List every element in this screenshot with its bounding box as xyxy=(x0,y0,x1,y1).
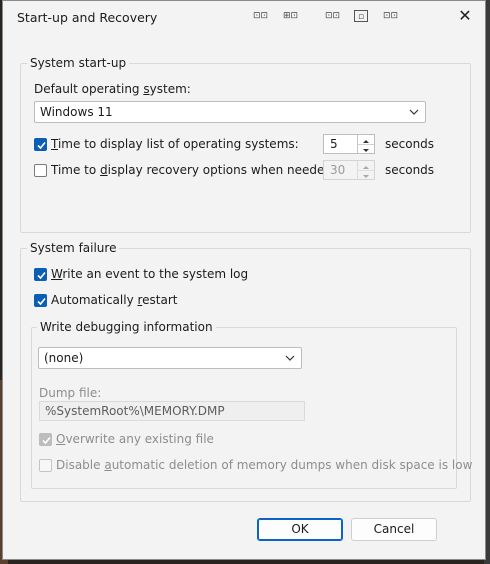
stepper-buttons xyxy=(357,135,374,153)
overwrite-checkbox xyxy=(39,433,52,446)
chevron-down-icon xyxy=(285,355,295,361)
auto-restart-label: Automatically restart xyxy=(51,293,178,307)
snap-layout-icon[interactable]: ⊡⊡ xyxy=(325,10,340,22)
debug-info-value: (none) xyxy=(44,351,84,365)
display-list-value: 5 xyxy=(330,137,338,151)
stepper-down-button xyxy=(358,170,374,179)
chevron-down-icon xyxy=(409,109,419,115)
auto-restart-checkbox[interactable] xyxy=(34,294,47,307)
system-failure-legend: System failure xyxy=(27,241,120,255)
dump-file-value: %SystemRoot%\MEMORY.DMP xyxy=(45,404,225,418)
startup-recovery-dialog: Start-up and Recovery ⊡⊡ ⊞⊡ ⊡⊡ ▫ ⊡⊡ ✕ Sy… xyxy=(2,0,486,560)
display-list-unit: seconds xyxy=(385,137,435,151)
ok-button[interactable]: OK xyxy=(257,518,343,541)
default-os-dropdown[interactable]: Windows 11 xyxy=(34,101,426,123)
recovery-stepper: 30 xyxy=(323,160,375,180)
disable-auto-delete-label: Disable automatic deletion of memory dum… xyxy=(56,458,473,472)
dump-file-label: Dump file: xyxy=(39,386,102,400)
overwrite-label: Overwrite any existing file xyxy=(56,432,214,446)
default-os-label: Default operating system: xyxy=(34,82,191,96)
close-icon[interactable]: ✕ xyxy=(455,6,475,26)
window-title: Start-up and Recovery xyxy=(17,10,158,25)
recovery-label: Time to display recovery options when ne… xyxy=(51,163,337,177)
dump-file-field: %SystemRoot%\MEMORY.DMP xyxy=(39,401,305,421)
snap-layout-icon[interactable]: ⊡⊡ xyxy=(383,10,398,22)
write-event-label: Write an event to the system log xyxy=(51,267,249,281)
snap-layout-icon[interactable]: ▫ xyxy=(354,10,368,22)
snap-layout-icon[interactable]: ⊡⊡ xyxy=(253,10,268,22)
recovery-value: 30 xyxy=(330,163,346,177)
disable-auto-delete-checkbox xyxy=(39,459,52,472)
display-list-checkbox[interactable] xyxy=(34,138,47,151)
debug-info-legend: Write debugging information xyxy=(37,320,216,334)
recovery-checkbox[interactable] xyxy=(34,164,47,177)
write-event-checkbox[interactable] xyxy=(34,268,47,281)
display-list-stepper[interactable]: 5 xyxy=(323,134,375,154)
display-list-label: Time to display list of operating system… xyxy=(51,137,299,151)
recovery-unit: seconds xyxy=(385,163,435,177)
stepper-down-button[interactable] xyxy=(358,144,374,153)
debug-info-dropdown[interactable]: (none) xyxy=(38,347,302,369)
stepper-buttons xyxy=(357,161,374,179)
system-startup-legend: System start-up xyxy=(27,56,130,70)
default-os-value: Windows 11 xyxy=(40,105,113,119)
title-bar: Start-up and Recovery ⊡⊡ ⊞⊡ ⊡⊡ ▫ ⊡⊡ ✕ xyxy=(3,1,485,33)
snap-layout-icon[interactable]: ⊞⊡ xyxy=(283,10,298,22)
cancel-button[interactable]: Cancel xyxy=(351,518,437,541)
